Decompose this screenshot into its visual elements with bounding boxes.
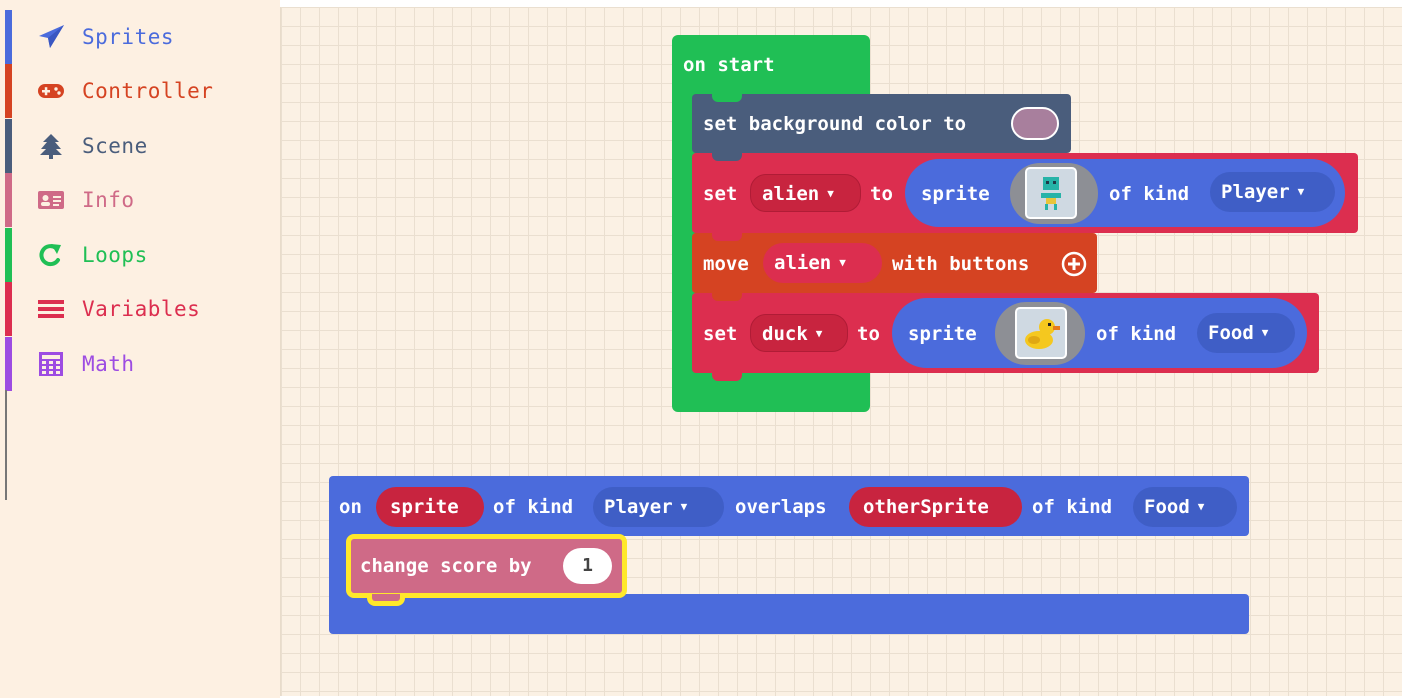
id-card-icon (38, 191, 64, 209)
background-color-swatch[interactable] (1011, 107, 1059, 140)
category-math[interactable]: Math (5, 337, 280, 391)
block-notch (712, 94, 742, 102)
sprite-label: sprite (908, 323, 977, 345)
paper-plane-icon (39, 25, 64, 48)
on-start-label: on start (683, 54, 775, 76)
move-label: move (703, 253, 749, 275)
block-notch (712, 153, 742, 161)
category-color-stripe (5, 173, 12, 227)
list-icon (38, 300, 64, 318)
set-background-label: set background color to (703, 113, 967, 135)
on-overlap-event-block-footer (329, 594, 1249, 634)
parameter-sprite[interactable]: sprite (376, 487, 484, 527)
to-label: to (870, 183, 893, 205)
of-kind-label: of kind (1032, 496, 1113, 518)
category-label: Scene (82, 134, 148, 158)
variable-dropdown-alien[interactable]: alien ▼ (750, 174, 861, 212)
category-variables[interactable]: Variables (5, 282, 280, 336)
block-notch (712, 373, 742, 381)
category-scene[interactable]: Scene (5, 119, 280, 173)
category-label: Variables (82, 297, 201, 321)
loop-arrow-icon (39, 244, 61, 267)
block-notch (712, 293, 742, 301)
duck-sprite-image (1015, 307, 1067, 359)
category-color-stripe (5, 228, 12, 282)
variable-dropdown-duck[interactable]: duck ▼ (750, 314, 848, 352)
toolbox: Sprites Controller Scene Info Loops Vari… (0, 0, 280, 698)
kind-dropdown-player[interactable]: Player ▼ (1210, 172, 1335, 212)
variable-dropdown-alien[interactable]: alien ▼ (763, 243, 882, 283)
on-label: on (339, 496, 362, 518)
block-notch-highlight (367, 594, 405, 606)
change-score-label: change score by (360, 555, 532, 577)
kind-dropdown-food[interactable]: Food ▼ (1133, 487, 1237, 527)
kind-dropdown-player[interactable]: Player ▼ (593, 487, 724, 527)
category-info[interactable]: Info (5, 173, 280, 227)
overlaps-label: overlaps (735, 496, 827, 518)
to-label: to (857, 323, 880, 345)
category-label: Math (82, 352, 135, 376)
of-kind-label: of kind (1096, 323, 1177, 345)
tree-icon (40, 134, 62, 159)
alien-sprite-image (1025, 167, 1077, 219)
category-color-stripe (5, 10, 12, 64)
category-color-stripe (5, 282, 12, 336)
category-label: Info (82, 188, 135, 212)
category-controller[interactable]: Controller (5, 64, 280, 118)
category-color-stripe (5, 64, 12, 118)
category-loops[interactable]: Loops (5, 228, 280, 282)
with-buttons-label: with buttons (892, 253, 1030, 275)
of-kind-label: of kind (1109, 183, 1190, 205)
block-notch (712, 233, 742, 241)
category-color-stripe (5, 119, 12, 173)
of-kind-label: of kind (493, 496, 574, 518)
category-color-stripe (5, 337, 12, 391)
gamepad-icon (38, 84, 64, 98)
toolbox-scroll-edge (5, 390, 7, 500)
calculator-icon (39, 352, 63, 376)
score-value-input[interactable]: 1 (563, 548, 612, 584)
sprite-label: sprite (921, 183, 990, 205)
category-label: Sprites (82, 25, 175, 49)
parameter-other-sprite[interactable]: otherSprite (849, 487, 1022, 527)
category-label: Controller (82, 79, 214, 103)
set-label: set (703, 183, 738, 205)
category-label: Loops (82, 243, 148, 267)
kind-dropdown-food[interactable]: Food ▼ (1197, 313, 1295, 353)
plus-circle-icon[interactable] (1061, 251, 1087, 277)
set-label: set (703, 323, 738, 345)
category-sprites[interactable]: Sprites (5, 10, 280, 64)
